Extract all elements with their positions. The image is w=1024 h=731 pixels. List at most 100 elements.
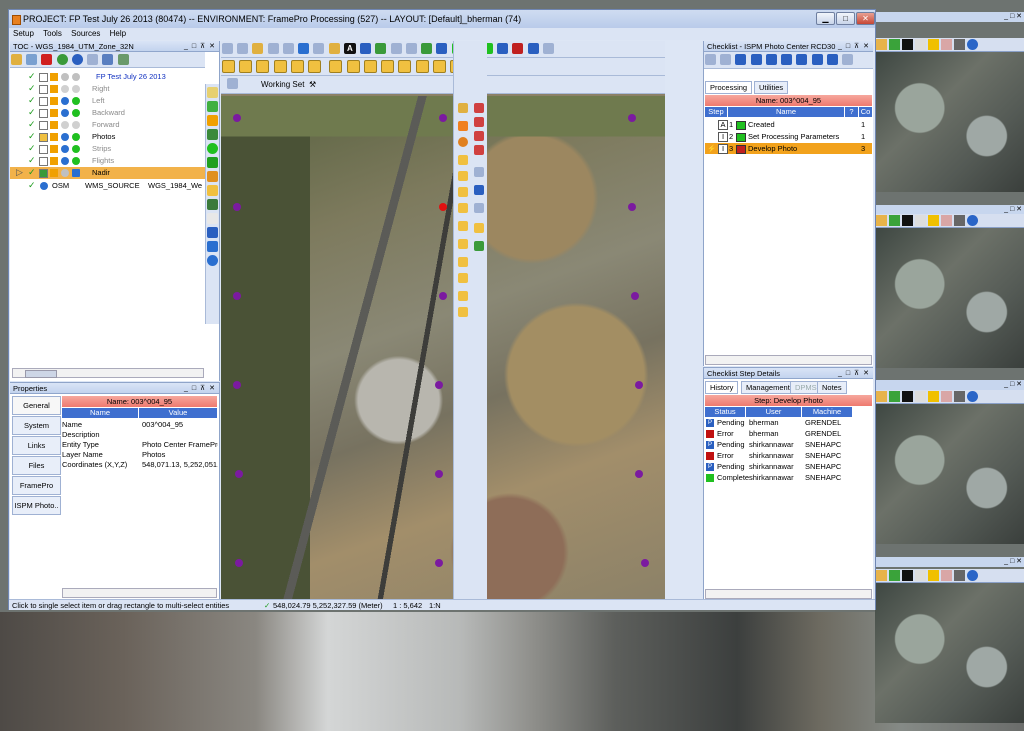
tool-icon[interactable] — [497, 43, 509, 54]
tab-general[interactable]: General — [12, 396, 61, 415]
title-bar[interactable]: PROJECT: FP Test July 26 2013 (80474) --… — [9, 10, 875, 28]
checked-icon[interactable]: ✓ — [28, 168, 36, 177]
checkbox[interactable] — [39, 97, 48, 106]
delete-icon[interactable] — [41, 54, 53, 65]
tool-icon[interactable] — [458, 291, 468, 301]
layer-icon[interactable] — [375, 43, 387, 54]
history-row[interactable]: Error bherman GRENDEL — [705, 429, 852, 439]
tool-icon[interactable] — [290, 60, 304, 73]
history-row[interactable]: Error shirkannawar SNEHAPC — [705, 451, 852, 461]
tab-system[interactable]: System — [12, 416, 61, 435]
toc-layer-forward[interactable]: ✓ Forward — [10, 119, 206, 131]
minimize-button[interactable]: ▁ — [816, 12, 835, 25]
tool-icon[interactable] — [458, 239, 468, 249]
history-row[interactable]: Complete shirkannawar SNEHAPC — [705, 473, 852, 483]
select-icon[interactable] — [313, 43, 325, 54]
checked-icon[interactable]: ✓ — [28, 156, 36, 165]
tree-icon[interactable] — [207, 129, 218, 140]
tool-icon[interactable] — [458, 273, 468, 283]
tool-icon[interactable] — [329, 60, 343, 73]
photo-center-dot[interactable] — [641, 559, 649, 567]
tool-icon[interactable] — [458, 257, 468, 267]
horizontal-scrollbar[interactable] — [62, 588, 217, 598]
tool-icon[interactable] — [458, 307, 468, 317]
stack-icon[interactable] — [207, 199, 218, 210]
tab-notes[interactable]: Notes — [817, 381, 847, 394]
col-step[interactable]: Step — [705, 107, 727, 117]
scroll-thumb[interactable] — [25, 370, 57, 378]
panel-controls[interactable]: _ □ ⊼ ✕ — [838, 41, 870, 51]
horizontal-scrollbar[interactable] — [705, 589, 872, 599]
tool-icon[interactable] — [750, 54, 762, 65]
photo-center-dot[interactable] — [233, 381, 241, 389]
tool-icon[interactable] — [458, 103, 468, 113]
frame-icon[interactable] — [207, 227, 218, 238]
toc-layer-flights[interactable]: ✓ Flights — [10, 155, 206, 167]
globe-icon[interactable] — [298, 43, 310, 54]
panel-controls[interactable]: _ □ ⊼ ✕ — [184, 41, 216, 51]
refresh-icon[interactable] — [71, 54, 83, 65]
tab-management[interactable]: Management — [741, 381, 795, 394]
tab-links[interactable]: Links — [12, 436, 61, 455]
tool-icon[interactable] — [826, 54, 838, 65]
menu-sources[interactable]: Sources — [71, 29, 100, 38]
measure-icon[interactable] — [328, 43, 340, 54]
forward-icon[interactable] — [282, 43, 294, 54]
tool-icon[interactable] — [842, 54, 854, 65]
photo-center-dot[interactable] — [435, 470, 443, 478]
tab-files[interactable]: Files — [12, 456, 61, 475]
property-row[interactable]: Name 003^004_95 — [62, 420, 218, 430]
globe-icon[interactable] — [56, 54, 68, 65]
tool-icon[interactable] — [432, 60, 446, 73]
col-help[interactable]: ? — [845, 107, 858, 117]
menu-tools[interactable]: Tools — [43, 29, 62, 38]
tool-icon[interactable] — [542, 43, 554, 54]
photo-center-dot[interactable] — [439, 292, 447, 300]
history-row[interactable]: P Pending shirkannawar SNEHAPC — [705, 462, 852, 472]
properties-icon[interactable] — [102, 54, 114, 65]
history-row[interactable]: P Pending bherman GRENDEL — [705, 418, 852, 428]
photo-center-dot[interactable] — [635, 381, 643, 389]
panel-controls[interactable]: _ □ ⊼ ✕ — [838, 368, 870, 378]
col-user[interactable]: User — [746, 407, 801, 417]
tool-icon[interactable] — [781, 54, 793, 65]
checkbox[interactable] — [39, 169, 48, 178]
selected-photo-dot[interactable] — [439, 203, 447, 211]
tools-icon[interactable]: ⚒ — [309, 76, 316, 94]
property-row[interactable]: Coordinates (X,Y,Z) 548,071.13, 5,252,05… — [62, 460, 218, 470]
export-icon[interactable] — [474, 185, 484, 195]
property-row[interactable]: Layer Name Photos — [62, 450, 218, 460]
panel-controls[interactable]: _ □ ⊼ ✕ — [184, 383, 216, 393]
toc-layer-right[interactable]: ✓ Right — [10, 83, 206, 95]
tool-icon[interactable] — [381, 60, 395, 73]
photo-center-dot[interactable] — [435, 559, 443, 567]
property-row[interactable]: Description — [62, 430, 218, 440]
photo-center-dot[interactable] — [233, 203, 241, 211]
check-icon[interactable] — [474, 145, 484, 155]
col-name[interactable]: Name — [728, 107, 844, 117]
checkbox[interactable] — [39, 85, 48, 94]
tool-icon[interactable] — [405, 43, 417, 54]
checkbox[interactable] — [39, 121, 48, 130]
tab-utilities[interactable]: Utilities — [754, 81, 789, 94]
tool-icon[interactable] — [363, 60, 377, 73]
tool-icon[interactable] — [458, 203, 468, 213]
col-count[interactable]: Co — [859, 107, 872, 117]
photo-center-dot[interactable] — [635, 470, 643, 478]
tool-icon[interactable] — [398, 60, 412, 73]
toc-layer-osm[interactable]: ✓ OSM WMS_SOURCE WGS_1984_We — [10, 180, 206, 192]
checklist-row[interactable]: A 1 Created 1 — [705, 119, 872, 130]
zoom-icon[interactable] — [207, 157, 218, 168]
horizontal-scrollbar[interactable] — [705, 355, 872, 365]
menu-help[interactable]: Help — [110, 29, 126, 38]
tool-icon[interactable] — [256, 60, 270, 73]
exclaim-icon[interactable] — [207, 213, 218, 224]
photo-center-dot[interactable] — [631, 292, 639, 300]
pin-icon[interactable] — [207, 185, 218, 196]
tool-icon[interactable] — [811, 54, 823, 65]
back-icon[interactable] — [267, 43, 279, 54]
pointer-icon[interactable] — [207, 115, 218, 126]
tool-icon[interactable] — [527, 43, 539, 54]
menu-setup[interactable]: Setup — [13, 29, 34, 38]
text-icon[interactable]: A — [343, 43, 356, 54]
